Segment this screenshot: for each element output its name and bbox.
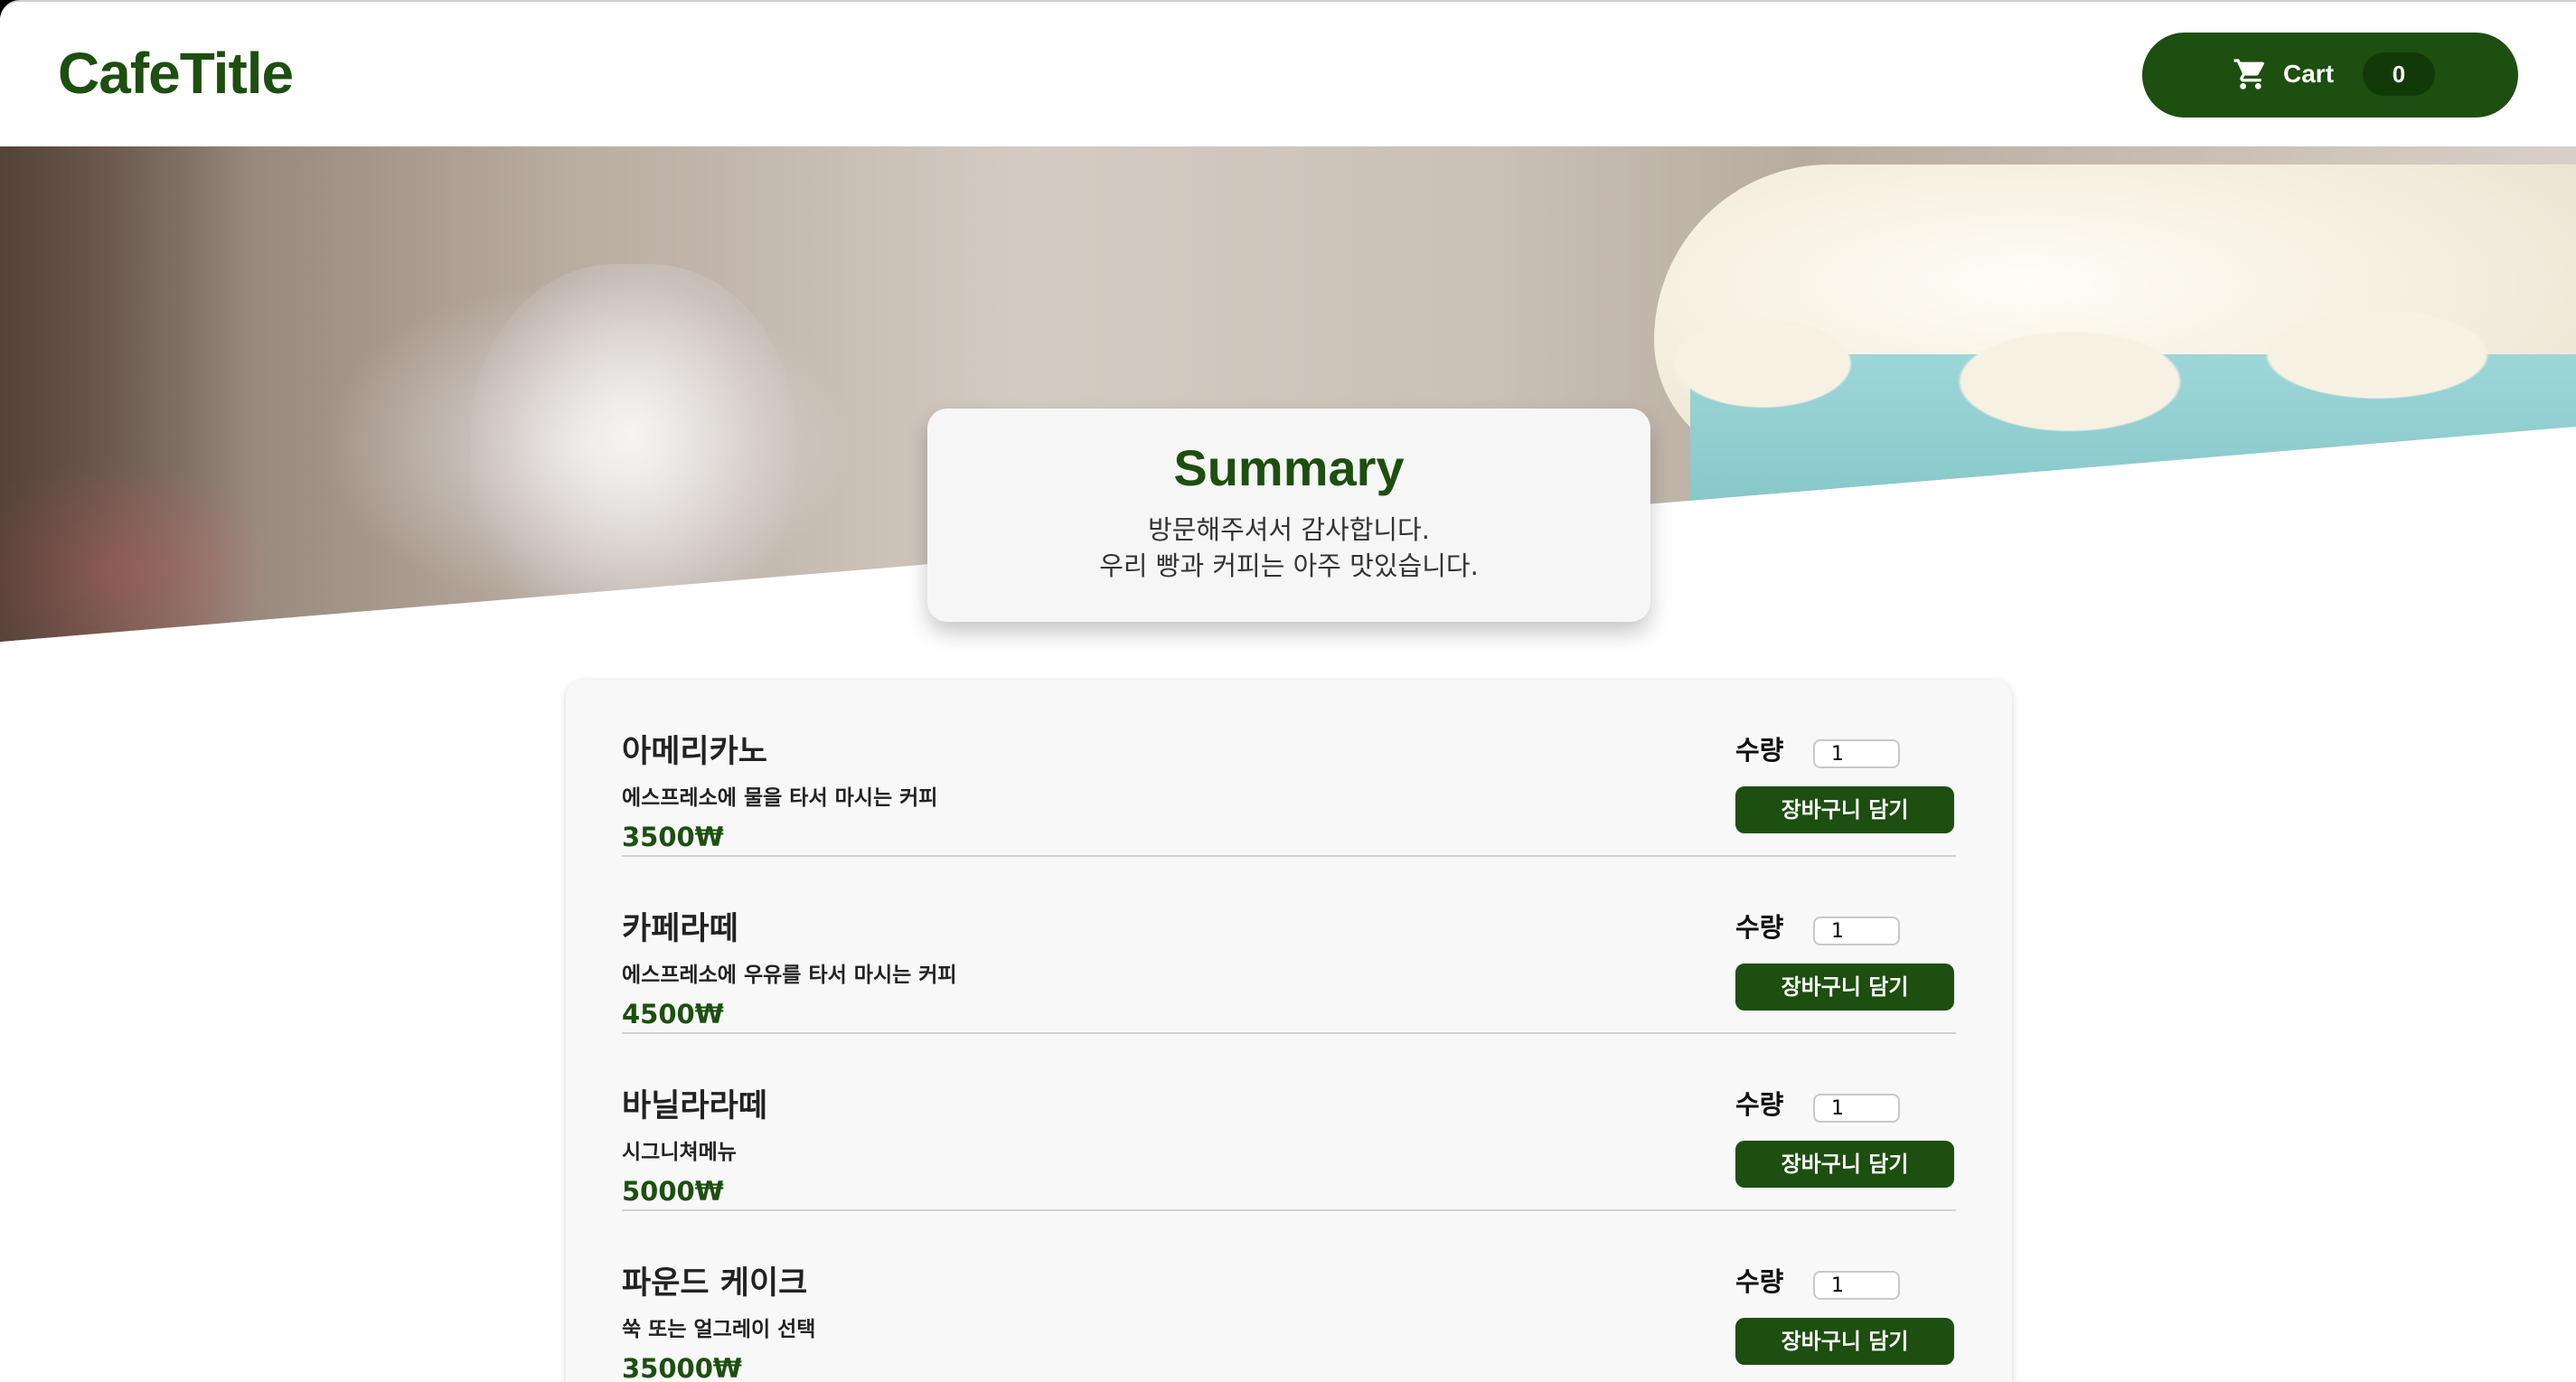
add-to-cart-button[interactable]: 장바구니 담기 <box>1735 786 1954 833</box>
menu-item: 카페라떼 에스프레소에 우유를 타서 마시는 커피 4500₩ 수량 장바구니 … <box>622 857 1956 1034</box>
hero-glass-vase <box>470 264 795 642</box>
menu-item-price: 3500₩ <box>622 822 724 852</box>
hero-cake-drip <box>1654 309 2576 436</box>
menu-item: 바닐라라떼 시그니쳐메뉴 5000₩ 수량 장바구니 담기 <box>622 1034 1956 1211</box>
add-to-cart-button[interactable]: 장바구니 담기 <box>1735 964 1954 1011</box>
summary-card: Summary 방문해주셔서 감사합니다. 우리 빵과 커피는 아주 맛있습니다… <box>927 409 1650 622</box>
add-to-cart-button[interactable]: 장바구니 담기 <box>1735 1318 1954 1365</box>
cart-count-badge: 0 <box>2363 52 2435 96</box>
menu-item-name: 파운드 케이크 <box>622 1265 808 1302</box>
summary-text-line-2: 우리 빵과 커피는 아주 맛있습니다. <box>1099 550 1479 581</box>
summary-title: Summary <box>1173 439 1405 496</box>
quantity-label: 수량 <box>1735 1266 1784 1297</box>
menu-item-name: 카페라떼 <box>622 911 738 947</box>
menu-item-description: 시그니쳐메뉴 <box>622 1141 737 1164</box>
summary-text-line-1: 방문해주셔서 감사합니다. <box>1148 514 1430 545</box>
menu-item-price: 35000₩ <box>622 1353 742 1382</box>
quantity-label: 수량 <box>1735 1089 1784 1120</box>
menu-list: 아메리카노 에스프레소에 물을 타서 마시는 커피 3500₩ 수량 장바구니 … <box>566 680 2012 1382</box>
site-logo[interactable]: CafeTitle <box>58 40 294 107</box>
cart-label: Cart <box>2283 60 2335 88</box>
menu-item: 파운드 케이크 쑥 또는 얼그레이 선택 35000₩ 수량 장바구니 담기 <box>622 1211 1956 1382</box>
menu-item-description: 에스프레소에 물을 타서 마시는 커피 <box>622 786 938 810</box>
menu-item-name: 바닐라라떼 <box>622 1088 768 1124</box>
add-to-cart-button[interactable]: 장바구니 담기 <box>1735 1141 1954 1188</box>
menu-item-price: 5000₩ <box>622 1176 724 1207</box>
page: CafeTitle Cart 0 Summary 방문해주셔서 감사합니다. 우… <box>0 0 2576 1382</box>
menu-item: 아메리카노 에스프레소에 물을 타서 마시는 커피 3500₩ 수량 장바구니 … <box>622 680 1956 857</box>
quantity-input[interactable] <box>1813 1094 1900 1123</box>
menu-item-name: 아메리카노 <box>622 734 768 770</box>
menu-item-description: 쑥 또는 얼그레이 선택 <box>622 1318 816 1341</box>
cart-button[interactable]: Cart 0 <box>2142 33 2518 118</box>
quantity-label: 수량 <box>1735 912 1784 943</box>
quantity-input[interactable] <box>1813 739 1900 768</box>
quantity-input[interactable] <box>1813 1271 1900 1300</box>
hero-shadow <box>0 146 253 642</box>
quantity-label: 수량 <box>1735 735 1784 766</box>
header: CafeTitle Cart 0 <box>0 2 2576 146</box>
menu-item-description: 에스프레소에 우유를 타서 마시는 커피 <box>622 964 957 987</box>
menu-item-price: 4500₩ <box>622 999 724 1029</box>
shopping-cart-icon <box>2233 59 2265 89</box>
quantity-input[interactable] <box>1813 917 1900 945</box>
